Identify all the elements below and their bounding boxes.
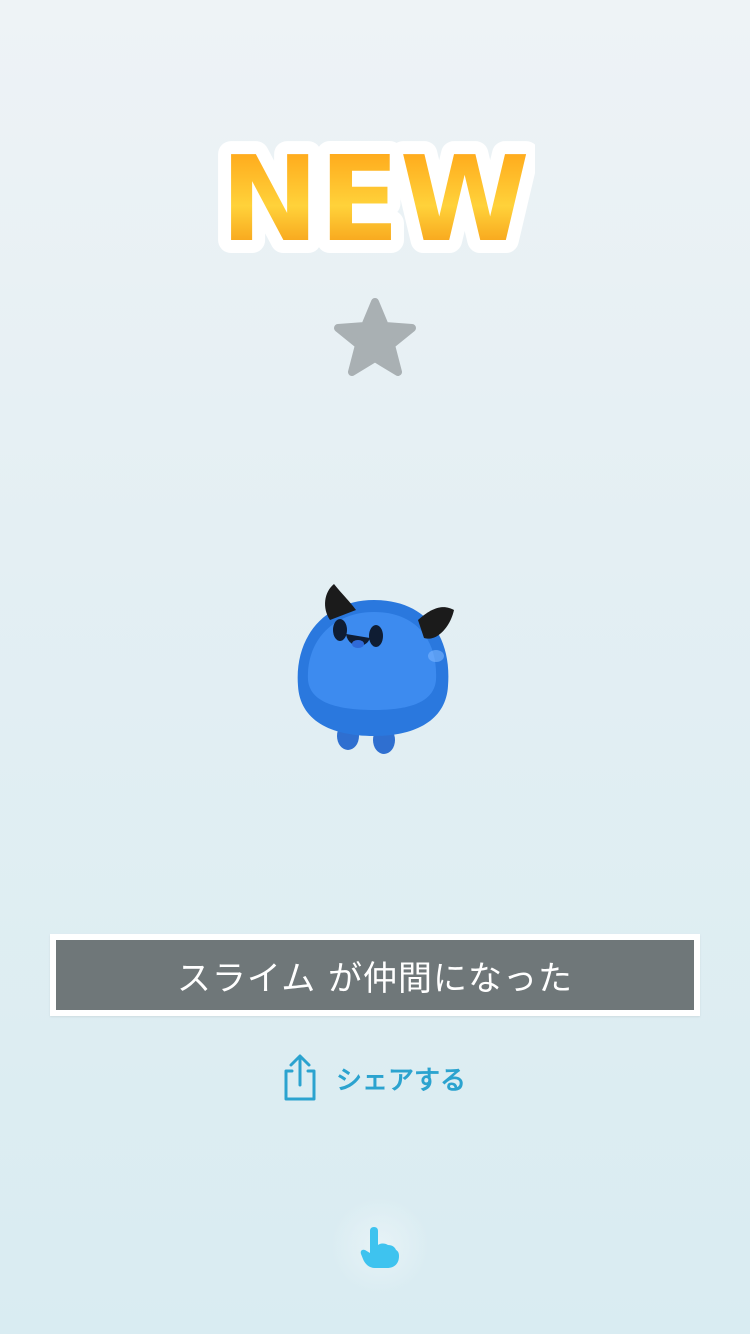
slime-icon bbox=[297, 584, 454, 754]
share-label: シェアする bbox=[336, 1065, 467, 1096]
share-icon bbox=[284, 1054, 316, 1101]
message-text: スライム が仲間になった bbox=[176, 958, 574, 999]
star-icon bbox=[334, 298, 416, 376]
new-badge-text: NEW bbox=[220, 130, 530, 268]
tap-to-continue[interactable] bbox=[330, 1196, 430, 1296]
share-button[interactable]: シェアする bbox=[278, 1050, 488, 1106]
message-bar: スライム が仲間になった bbox=[50, 934, 700, 1016]
new-badge: NEW NEW bbox=[215, 128, 535, 268]
pointing-hand-icon bbox=[360, 1227, 399, 1268]
